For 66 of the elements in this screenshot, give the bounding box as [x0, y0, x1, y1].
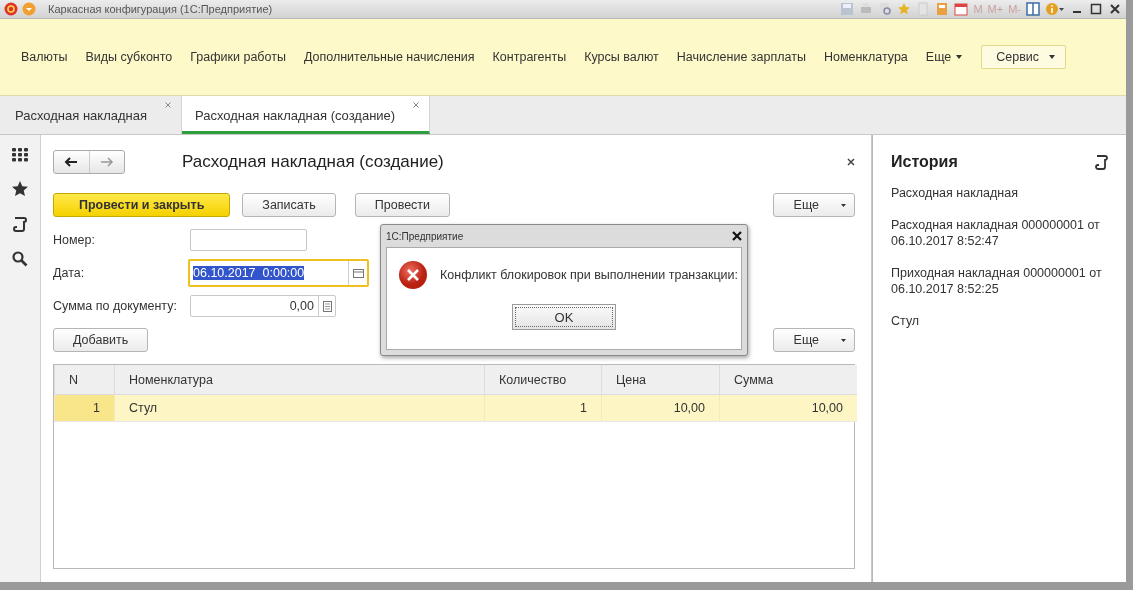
section-link[interactable]: Дополнительные начисления	[294, 50, 484, 64]
calendar-icon[interactable]	[954, 2, 969, 16]
table-cell: 1	[54, 394, 115, 422]
column-header[interactable]: N	[54, 365, 115, 395]
close-icon[interactable]	[732, 231, 742, 241]
caret-icon	[841, 203, 846, 207]
table-cell: Стул	[114, 394, 485, 422]
service-button[interactable]: Сервис	[981, 45, 1067, 69]
more-button[interactable]: Еще	[772, 328, 855, 352]
field-label: Дата:	[53, 266, 86, 280]
history-link[interactable]: Приходная накладная 000000001 от 06.10.2017 8:52:25	[891, 265, 1110, 297]
section-link[interactable]: Валюты	[12, 50, 77, 64]
calendar-icon[interactable]	[353, 268, 364, 278]
caret-icon	[1049, 55, 1056, 59]
section-link[interactable]: Виды субконто	[76, 50, 182, 64]
toolbar-button[interactable]: Записать	[242, 193, 336, 217]
calculator-icon[interactable]	[323, 300, 332, 312]
section-link[interactable]: Графики работы	[181, 50, 295, 64]
star-icon[interactable]	[11, 180, 29, 198]
table-cell: 1	[484, 394, 602, 422]
post-and-close-button[interactable]: Провести и закрыть	[53, 193, 231, 217]
field-label: Номер:	[53, 233, 96, 247]
app-logo-icon[interactable]	[4, 2, 18, 16]
field-label: Сумма по документу:	[53, 299, 178, 313]
column-header[interactable]: Номенклатура	[114, 365, 485, 395]
table-cell: 10,00	[601, 394, 720, 422]
tab[interactable]: Расходная накладная (создание)	[182, 96, 431, 134]
close-icon[interactable]	[1108, 2, 1122, 16]
more-button[interactable]: Еще	[772, 193, 855, 217]
error-icon	[398, 260, 428, 290]
tab-label[interactable]: Расходная накладная (создание)	[195, 107, 396, 123]
error-message: Конфликт блокировок при выполнении транзакции:	[440, 268, 738, 282]
section-link[interactable]: Начисление зарплаты	[667, 50, 815, 64]
form-title: Расходная накладная (создание)	[182, 152, 445, 172]
tab-label[interactable]: Расходная накладная	[15, 107, 147, 123]
panels-icon[interactable]	[1026, 2, 1040, 16]
add-button[interactable]: Добавить	[53, 328, 149, 352]
section-link[interactable]: Курсы валют	[575, 50, 668, 64]
maximize-icon[interactable]	[1089, 2, 1103, 16]
ok-button[interactable]: OK	[512, 304, 616, 330]
date-field[interactable]: 06.10.2017 0:00:00	[188, 259, 369, 287]
history-link[interactable]: Стул	[891, 313, 1110, 329]
caret-icon	[956, 55, 963, 59]
window-title: Каркасная конфигурация (1С:Предприятие)	[48, 3, 274, 15]
history-link[interactable]: Расходная накладная	[891, 185, 1110, 201]
caret-icon	[841, 338, 846, 342]
more-menu[interactable]: Еще	[916, 50, 972, 64]
input-field[interactable]	[190, 229, 307, 251]
dialog-title: 1С:Предприятие	[386, 230, 464, 242]
search-icon[interactable]	[11, 250, 29, 268]
toolbar-button[interactable]: Провести	[354, 193, 451, 217]
table-cell: 10,00	[719, 394, 857, 422]
panel-title: История	[891, 153, 958, 171]
column-header[interactable]: Цена	[601, 365, 720, 395]
column-header[interactable]: Сумма	[719, 365, 857, 395]
column-header[interactable]: Количество	[484, 365, 602, 395]
star-icon[interactable]	[897, 2, 912, 16]
info-icon[interactable]	[1045, 2, 1065, 16]
section-link[interactable]: Номенклатура	[814, 50, 917, 64]
history-link[interactable]: Расходная накладная 000000001 от 06.10.2017 8:52:47	[891, 217, 1110, 249]
close-icon[interactable]	[847, 158, 855, 166]
amount-field[interactable]: 0,00	[190, 295, 336, 317]
apps-grid-icon[interactable]	[11, 147, 29, 163]
back-arrow-icon	[64, 157, 79, 167]
section-link[interactable]: Контрагенты	[483, 50, 576, 64]
forward-arrow-icon	[99, 157, 114, 167]
